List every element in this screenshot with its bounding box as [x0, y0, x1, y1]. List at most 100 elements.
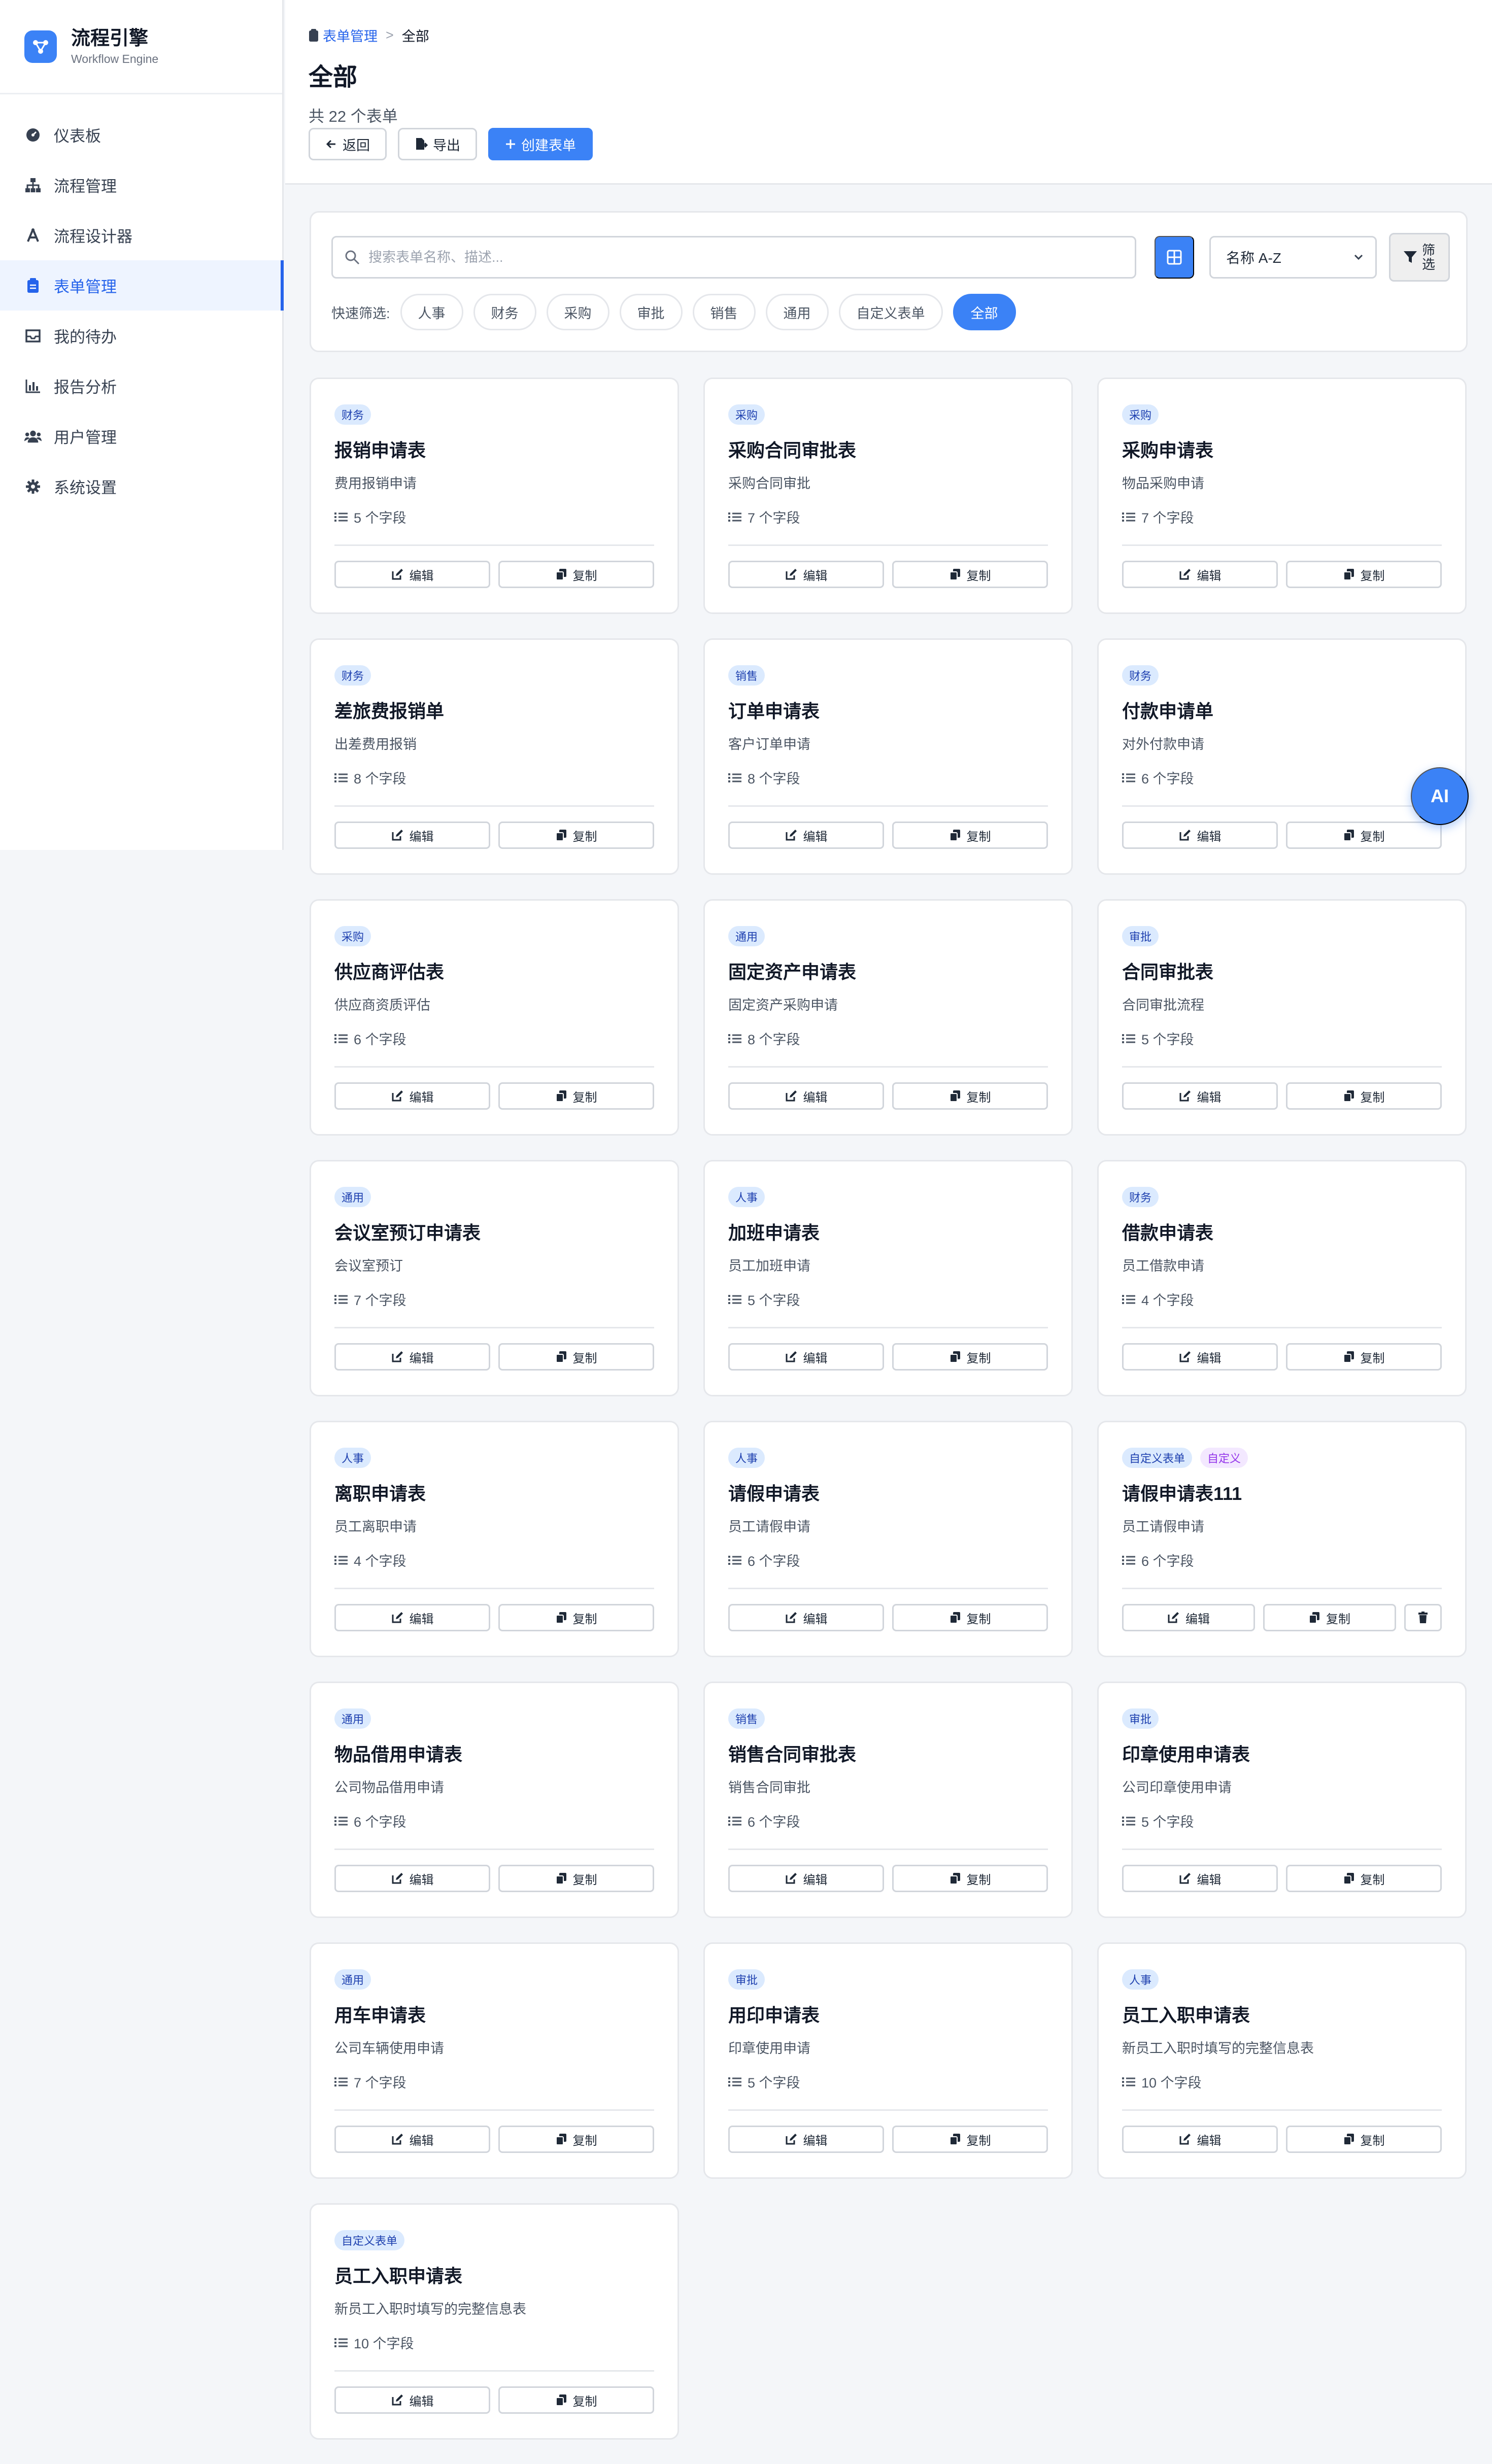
- form-card[interactable]: 财务 报销申请表 费用报销申请 5 个字段 编辑 复制: [310, 378, 679, 614]
- form-card[interactable]: 销售 销售合同审批表 销售合同审批 6 个字段 编辑 复制: [703, 1682, 1073, 1918]
- sidebar-item-2[interactable]: 流程设计器: [0, 210, 282, 260]
- form-card[interactable]: 采购 供应商评估表 供应商资质评估 6 个字段 编辑 复制: [310, 899, 679, 1136]
- copy-button[interactable]: 复制: [1286, 822, 1442, 849]
- search-input[interactable]: [368, 249, 1104, 265]
- copy-button[interactable]: 复制: [498, 2386, 654, 2414]
- form-card[interactable]: 通用 固定资产申请表 固定资产采购申请 8 个字段 编辑 复制: [703, 899, 1073, 1136]
- sidebar-item-7[interactable]: 系统设置: [0, 461, 282, 511]
- copy-button[interactable]: 复制: [1286, 2126, 1442, 2153]
- copy-button[interactable]: 复制: [892, 561, 1048, 588]
- edit-button[interactable]: 编辑: [1122, 2126, 1278, 2153]
- form-card[interactable]: 审批 用印申请表 印章使用申请 5 个字段 编辑 复制: [703, 1942, 1073, 2179]
- quick-filter-chip[interactable]: 审批: [619, 294, 683, 330]
- copy-button[interactable]: 复制: [1263, 1604, 1396, 1631]
- sidebar-item-1[interactable]: 流程管理: [0, 160, 282, 210]
- edit-button[interactable]: 编辑: [728, 822, 884, 849]
- delete-button[interactable]: [1404, 1604, 1442, 1631]
- quick-filter-chip[interactable]: 通用: [765, 294, 829, 330]
- edit-label: 编辑: [1197, 830, 1222, 844]
- form-card[interactable]: 销售 订单申请表 客户订单申请 8 个字段 编辑 复制: [703, 638, 1073, 875]
- edit-button[interactable]: 编辑: [728, 1082, 884, 1110]
- sidebar-item-5[interactable]: 报告分析: [0, 361, 282, 411]
- copy-button[interactable]: 复制: [498, 1082, 654, 1110]
- sidebar-item-4[interactable]: 我的待办: [0, 311, 282, 361]
- form-card[interactable]: 采购 采购合同审批表 采购合同审批 7 个字段 编辑 复制: [703, 378, 1073, 614]
- copy-button[interactable]: 复制: [1286, 1343, 1442, 1371]
- edit-button[interactable]: 编辑: [334, 2126, 490, 2153]
- edit-button[interactable]: 编辑: [334, 2386, 490, 2414]
- copy-button[interactable]: 复制: [1286, 1082, 1442, 1110]
- form-card[interactable]: 财务 借款申请表 员工借款申请 4 个字段 编辑 复制: [1097, 1160, 1467, 1396]
- search-box[interactable]: [331, 236, 1136, 279]
- quick-filter-chip[interactable]: 采购: [546, 294, 609, 330]
- edit-button[interactable]: 编辑: [728, 1343, 884, 1371]
- copy-button[interactable]: 复制: [892, 822, 1048, 849]
- quick-filter-chip[interactable]: 人事: [400, 294, 463, 330]
- field-count: 7 个字段: [334, 1289, 406, 1309]
- form-card[interactable]: 人事 请假申请表 员工请假申请 6 个字段 编辑 复制: [703, 1421, 1073, 1657]
- form-card[interactable]: 采购 采购申请表 物品采购申请 7 个字段 编辑 复制: [1097, 378, 1467, 614]
- grid-view-button[interactable]: [1155, 236, 1194, 279]
- edit-button[interactable]: 编辑: [1122, 1082, 1278, 1110]
- copy-button[interactable]: 复制: [1286, 1865, 1442, 1892]
- brand[interactable]: 流程引擎 Workflow Engine: [0, 0, 282, 94]
- create-form-button[interactable]: 创建表单: [488, 128, 593, 160]
- copy-label: 复制: [1360, 569, 1385, 583]
- edit-button[interactable]: 编辑: [1122, 561, 1278, 588]
- copy-button[interactable]: 复制: [498, 561, 654, 588]
- quick-filter-chip[interactable]: 全部: [953, 294, 1016, 330]
- edit-button[interactable]: 编辑: [728, 1865, 884, 1892]
- edit-icon: [391, 1872, 403, 1885]
- copy-button[interactable]: 复制: [892, 1604, 1048, 1631]
- form-card[interactable]: 通用 会议室预订申请表 会议室预订 7 个字段 编辑 复制: [310, 1160, 679, 1396]
- form-card[interactable]: 通用 物品借用申请表 公司物品借用申请 6 个字段 编辑 复制: [310, 1682, 679, 1918]
- edit-button[interactable]: 编辑: [728, 561, 884, 588]
- copy-button[interactable]: 复制: [892, 2126, 1048, 2153]
- copy-button[interactable]: 复制: [498, 822, 654, 849]
- copy-button[interactable]: 复制: [892, 1082, 1048, 1110]
- edit-button[interactable]: 编辑: [1122, 822, 1278, 849]
- copy-button[interactable]: 复制: [498, 1604, 654, 1631]
- quick-filter-chip[interactable]: 销售: [692, 294, 756, 330]
- edit-button[interactable]: 编辑: [1122, 1604, 1255, 1631]
- breadcrumb-link-forms[interactable]: 表单管理: [323, 25, 378, 45]
- copy-button[interactable]: 复制: [892, 1343, 1048, 1371]
- quick-filter-chip[interactable]: 自定义表单: [838, 294, 943, 330]
- sort-select[interactable]: 名称 A-Z: [1209, 236, 1377, 279]
- form-card[interactable]: 人事 离职申请表 员工离职申请 4 个字段 编辑 复制: [310, 1421, 679, 1657]
- edit-button[interactable]: 编辑: [334, 822, 490, 849]
- edit-button[interactable]: 编辑: [728, 1604, 884, 1631]
- edit-button[interactable]: 编辑: [334, 1604, 490, 1631]
- form-card[interactable]: 人事 加班申请表 员工加班申请 5 个字段 编辑 复制: [703, 1160, 1073, 1396]
- quick-filter-chip[interactable]: 财务: [473, 294, 536, 330]
- sidebar-item-0[interactable]: 仪表板: [0, 110, 282, 160]
- form-card[interactable]: 财务 付款申请单 对外付款申请 6 个字段 编辑 复制: [1097, 638, 1467, 875]
- edit-button[interactable]: 编辑: [1122, 1343, 1278, 1371]
- form-card[interactable]: 审批 印章使用申请表 公司印章使用申请 5 个字段 编辑 复制: [1097, 1682, 1467, 1918]
- form-card[interactable]: 人事 员工入职申请表 新员工入职时填写的完整信息表 10 个字段 编辑 复制: [1097, 1942, 1467, 2179]
- form-card[interactable]: 审批 合同审批表 合同审批流程 5 个字段 编辑 复制: [1097, 899, 1467, 1136]
- form-card[interactable]: 自定义表单 员工入职申请表 新员工入职时填写的完整信息表 10 个字段 编辑 复制: [310, 2203, 679, 2440]
- copy-button[interactable]: 复制: [1286, 561, 1442, 588]
- edit-button[interactable]: 编辑: [1122, 1865, 1278, 1892]
- filter-button[interactable]: 筛选: [1389, 233, 1450, 282]
- form-card[interactable]: 财务 差旅费报销单 出差费用报销 8 个字段 编辑 复制: [310, 638, 679, 875]
- form-card[interactable]: 自定义表单 自定义 请假申请表111 员工请假申请 6 个字段 编辑 复制: [1097, 1421, 1467, 1657]
- back-button[interactable]: 返回: [309, 128, 387, 160]
- sidebar-item-6[interactable]: 用户管理: [0, 411, 282, 461]
- edit-button[interactable]: 编辑: [728, 2126, 884, 2153]
- ai-assistant-button[interactable]: AI: [1411, 767, 1469, 825]
- copy-button[interactable]: 复制: [498, 2126, 654, 2153]
- copy-button[interactable]: 复制: [498, 1865, 654, 1892]
- edit-button[interactable]: 编辑: [334, 1343, 490, 1371]
- form-card[interactable]: 通用 用车申请表 公司车辆使用申请 7 个字段 编辑 复制: [310, 1942, 679, 2179]
- form-description: 员工借款申请: [1122, 1258, 1204, 1274]
- export-button[interactable]: 导出: [398, 128, 477, 160]
- copy-button[interactable]: 复制: [498, 1343, 654, 1371]
- edit-button[interactable]: 编辑: [334, 561, 490, 588]
- edit-button[interactable]: 编辑: [334, 1865, 490, 1892]
- edit-button[interactable]: 编辑: [334, 1082, 490, 1110]
- copy-button[interactable]: 复制: [892, 1865, 1048, 1892]
- sidebar-item-3[interactable]: 表单管理: [0, 260, 284, 311]
- copy-label: 复制: [572, 830, 597, 844]
